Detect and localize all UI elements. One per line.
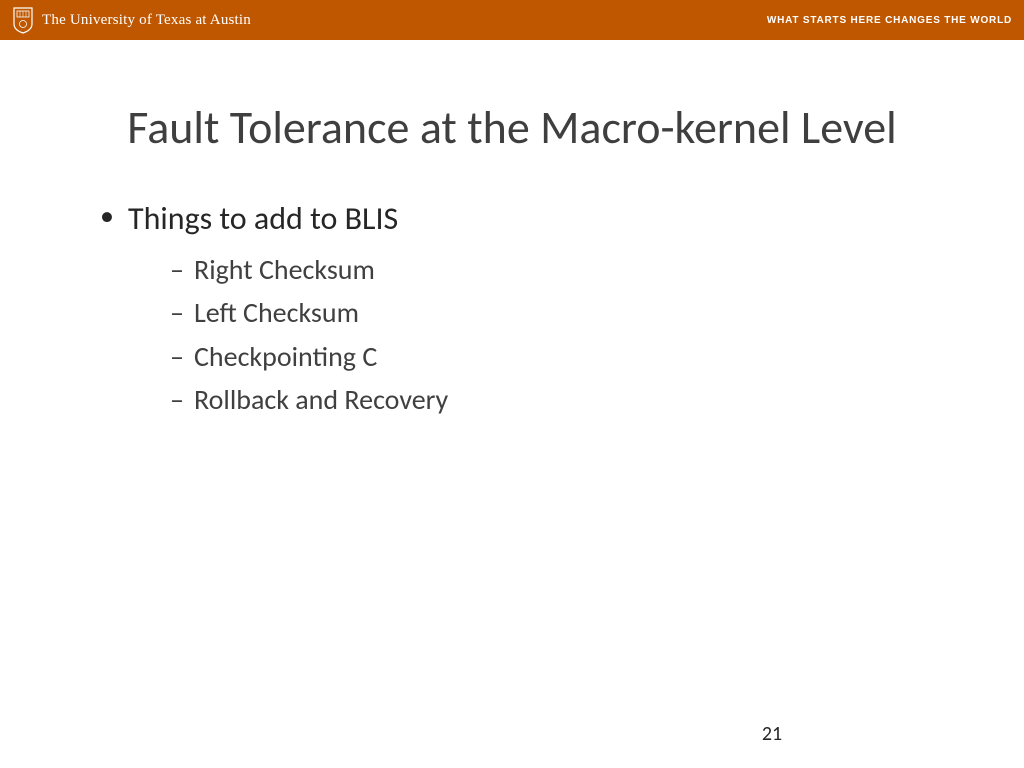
bullet-item: Things to add to BLIS Right Checksum Lef…	[100, 196, 954, 422]
bullet-text: Things to add to BLIS	[128, 199, 398, 238]
sub-bullet-item: Checkpointing C	[170, 335, 954, 378]
header-tagline: WHAT STARTS HERE CHANGES THE WORLD	[767, 15, 1012, 26]
ut-seal-icon	[12, 6, 34, 34]
bullet-list: Things to add to BLIS Right Checksum Lef…	[70, 196, 954, 422]
page-number: 21	[0, 722, 1024, 746]
header-left: The University of Texas at Austin	[12, 6, 251, 34]
slide-content: Fault Tolerance at the Macro-kernel Leve…	[0, 40, 1024, 421]
sub-bullet-list: Right Checksum Left Checksum Checkpointi…	[170, 248, 954, 422]
sub-bullet-item: Right Checksum	[170, 248, 954, 291]
sub-bullet-item: Rollback and Recovery	[170, 378, 954, 421]
sub-bullet-item: Left Checksum	[170, 291, 954, 334]
slide-title: Fault Tolerance at the Macro-kernel Leve…	[70, 100, 954, 158]
institution-name: The University of Texas at Austin	[42, 12, 251, 29]
header-bar: The University of Texas at Austin WHAT S…	[0, 0, 1024, 40]
